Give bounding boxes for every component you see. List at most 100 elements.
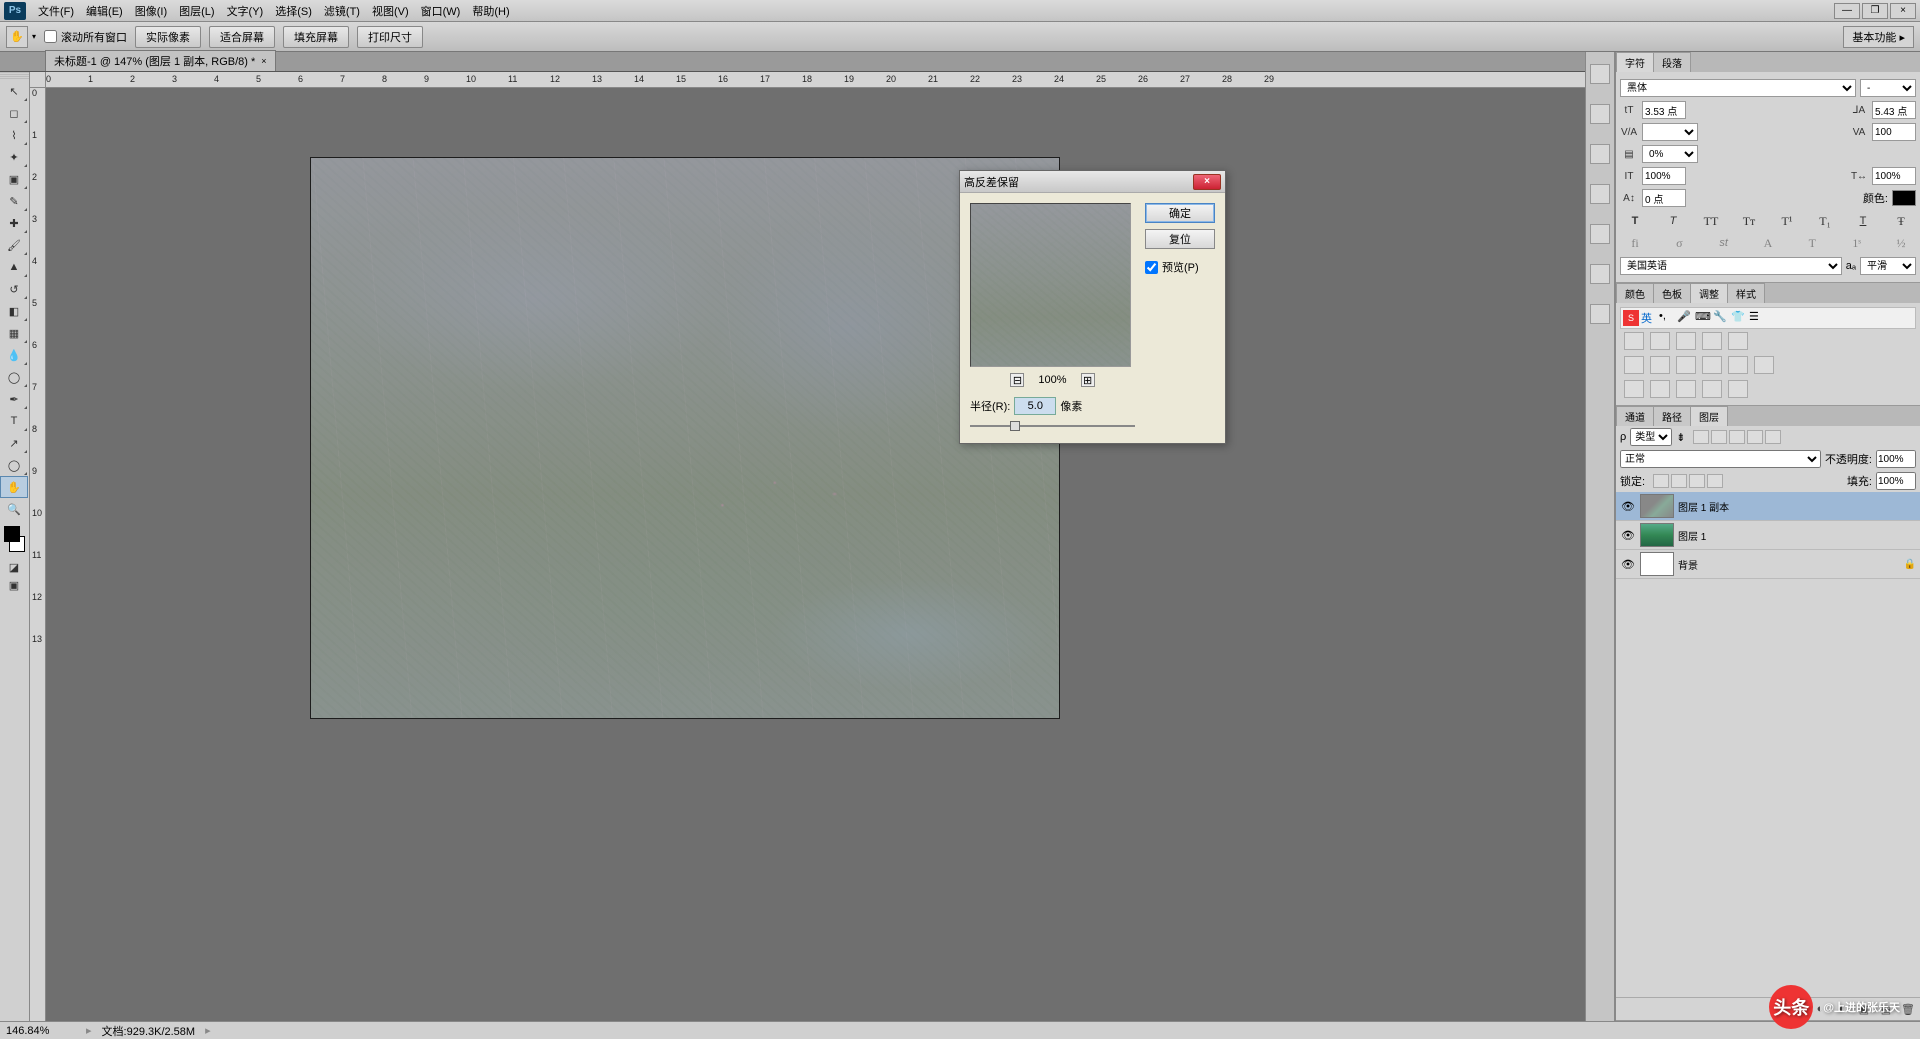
maximize-button[interactable]: ❐ [1862, 3, 1888, 19]
tab-adjustments[interactable]: 调整 [1690, 283, 1728, 303]
levels-adj-icon[interactable] [1650, 332, 1670, 350]
lock-transparent-icon[interactable] [1653, 474, 1669, 488]
superscript-button[interactable]: T¹ [1778, 213, 1796, 229]
minimize-button[interactable]: — [1834, 3, 1860, 19]
doc-size-readout[interactable]: 文档:929.3K/2.58M [102, 1023, 196, 1039]
close-tab-icon[interactable]: × [261, 56, 266, 66]
filter-adj-icon[interactable] [1711, 430, 1727, 444]
tab-channels[interactable]: 通道 [1616, 406, 1654, 426]
quickmask-icon[interactable]: ◪ [0, 558, 28, 576]
screenmode-icon[interactable]: ▣ [0, 576, 28, 594]
workspace-switcher[interactable]: 基本功能 ▸ [1843, 26, 1914, 48]
menu-item[interactable]: 编辑(E) [80, 1, 129, 21]
ruler-origin[interactable] [30, 72, 46, 88]
palette-grip[interactable] [0, 72, 29, 80]
filter-smart-icon[interactable] [1765, 430, 1781, 444]
ot-ad[interactable]: A [1759, 235, 1777, 251]
filter-type-icon[interactable] [1729, 430, 1745, 444]
lasso-tool[interactable]: ⌇ [0, 124, 28, 146]
kerning-select[interactable] [1642, 123, 1698, 141]
font-style-select[interactable]: - [1860, 79, 1916, 97]
radius-input[interactable] [1014, 397, 1056, 415]
dialog-close-button[interactable]: × [1193, 174, 1221, 190]
ok-button[interactable]: 确定 [1145, 203, 1215, 223]
stamp-tool[interactable]: ▲ [0, 256, 28, 278]
tab-swatches[interactable]: 色板 [1653, 283, 1691, 303]
gradient-tool[interactable]: ▦ [0, 322, 28, 344]
cancel-button[interactable]: 复位 [1145, 229, 1215, 249]
bold-button[interactable]: T [1626, 213, 1644, 229]
selective-adj-icon[interactable] [1728, 380, 1748, 398]
tab-layers[interactable]: 图层 [1690, 406, 1728, 426]
properties-icon[interactable] [1590, 224, 1610, 244]
history-icon[interactable] [1590, 64, 1610, 84]
dodge-tool[interactable]: ◯ [0, 366, 28, 388]
eraser-tool[interactable]: ◧ [0, 300, 28, 322]
posterize-adj-icon[interactable] [1650, 380, 1670, 398]
visibility-icon[interactable]: 👁 [1620, 500, 1636, 513]
layer-row[interactable]: 👁背景🔒 [1616, 550, 1920, 579]
print-size-button[interactable]: 打印尺寸 [357, 26, 423, 48]
baseline-input[interactable] [1642, 189, 1686, 207]
tab-color[interactable]: 颜色 [1616, 283, 1654, 303]
close-button[interactable]: × [1890, 3, 1916, 19]
font-size-input[interactable] [1642, 101, 1686, 119]
curves-adj-icon[interactable] [1676, 332, 1696, 350]
brightness-adj-icon[interactable] [1624, 332, 1644, 350]
crop-tool[interactable]: ▣ [0, 168, 28, 190]
pen-tool[interactable]: ✒ [0, 388, 28, 410]
eyedropper-tool[interactable]: ✎ [0, 190, 28, 212]
filter-shape-icon[interactable] [1747, 430, 1763, 444]
lookup-adj-icon[interactable] [1754, 356, 1774, 374]
hue-adj-icon[interactable] [1624, 356, 1644, 374]
tab-paths[interactable]: 路径 [1653, 406, 1691, 426]
tab-styles[interactable]: 样式 [1727, 283, 1765, 303]
hscale-input[interactable] [1872, 167, 1916, 185]
vertical-ruler[interactable]: 012345678910111213 [30, 88, 46, 1021]
ot-ordinal[interactable]: 1ˢ [1848, 235, 1866, 251]
visibility-icon[interactable]: 👁 [1620, 529, 1636, 542]
menu-item[interactable]: 窗口(W) [415, 1, 467, 21]
shape-tool[interactable]: ◯ [0, 454, 28, 476]
actions-icon[interactable] [1590, 184, 1610, 204]
ot-fraction[interactable]: ½ [1892, 235, 1910, 251]
heal-tool[interactable]: ✚ [0, 212, 28, 234]
layer-filter-select[interactable]: 类型 [1630, 428, 1672, 446]
delete-layer-icon[interactable]: 🗑 [1899, 1001, 1917, 1017]
wand-tool[interactable]: ✦ [0, 146, 28, 168]
canvas-viewport[interactable] [46, 88, 1585, 1021]
vscale-input[interactable] [1642, 167, 1686, 185]
threshold-adj-icon[interactable] [1676, 380, 1696, 398]
lock-position-icon[interactable] [1689, 474, 1705, 488]
brush-tool[interactable]: 🖌 [0, 234, 28, 256]
history-brush-tool[interactable]: ↺ [0, 278, 28, 300]
zoom-out-button[interactable]: ⊟ [1010, 373, 1024, 387]
blur-tool[interactable]: 💧 [0, 344, 28, 366]
scroll-all-checkbox[interactable]: 滚动所有窗口 [44, 29, 127, 45]
allcaps-button[interactable]: TT [1702, 213, 1720, 229]
zoom-in-button[interactable]: ⊞ [1081, 373, 1095, 387]
move-tool[interactable]: ↖ [0, 80, 28, 102]
brush-presets-icon[interactable] [1590, 104, 1610, 124]
horizontal-ruler[interactable]: 0123456789101112131415161718192021222324… [46, 72, 1585, 88]
menu-item[interactable]: 文件(F) [32, 1, 80, 21]
blend-mode-select[interactable]: 正常 [1620, 450, 1821, 468]
dialog-titlebar[interactable]: 高反差保留 × [960, 171, 1225, 193]
radius-slider[interactable] [970, 419, 1135, 433]
font-family-select[interactable]: 黑体 [1620, 79, 1856, 97]
visibility-icon[interactable]: 👁 [1620, 558, 1636, 571]
opacity-input[interactable] [1876, 450, 1916, 468]
menu-item[interactable]: 帮助(H) [466, 1, 515, 21]
colorbalance-adj-icon[interactable] [1650, 356, 1670, 374]
menu-item[interactable]: 文字(Y) [221, 1, 270, 21]
ot-titling[interactable]: T [1803, 235, 1821, 251]
type-tool[interactable]: T [0, 410, 28, 432]
menu-item[interactable]: 图像(I) [129, 1, 173, 21]
smallcaps-button[interactable]: Tᴛ [1740, 213, 1758, 229]
lock-pixels-icon[interactable] [1671, 474, 1687, 488]
filter-pixel-icon[interactable] [1693, 430, 1709, 444]
leading-input[interactable] [1872, 101, 1916, 119]
path-tool[interactable]: ↗ [0, 432, 28, 454]
bw-adj-icon[interactable] [1676, 356, 1696, 374]
info-icon[interactable] [1590, 264, 1610, 284]
